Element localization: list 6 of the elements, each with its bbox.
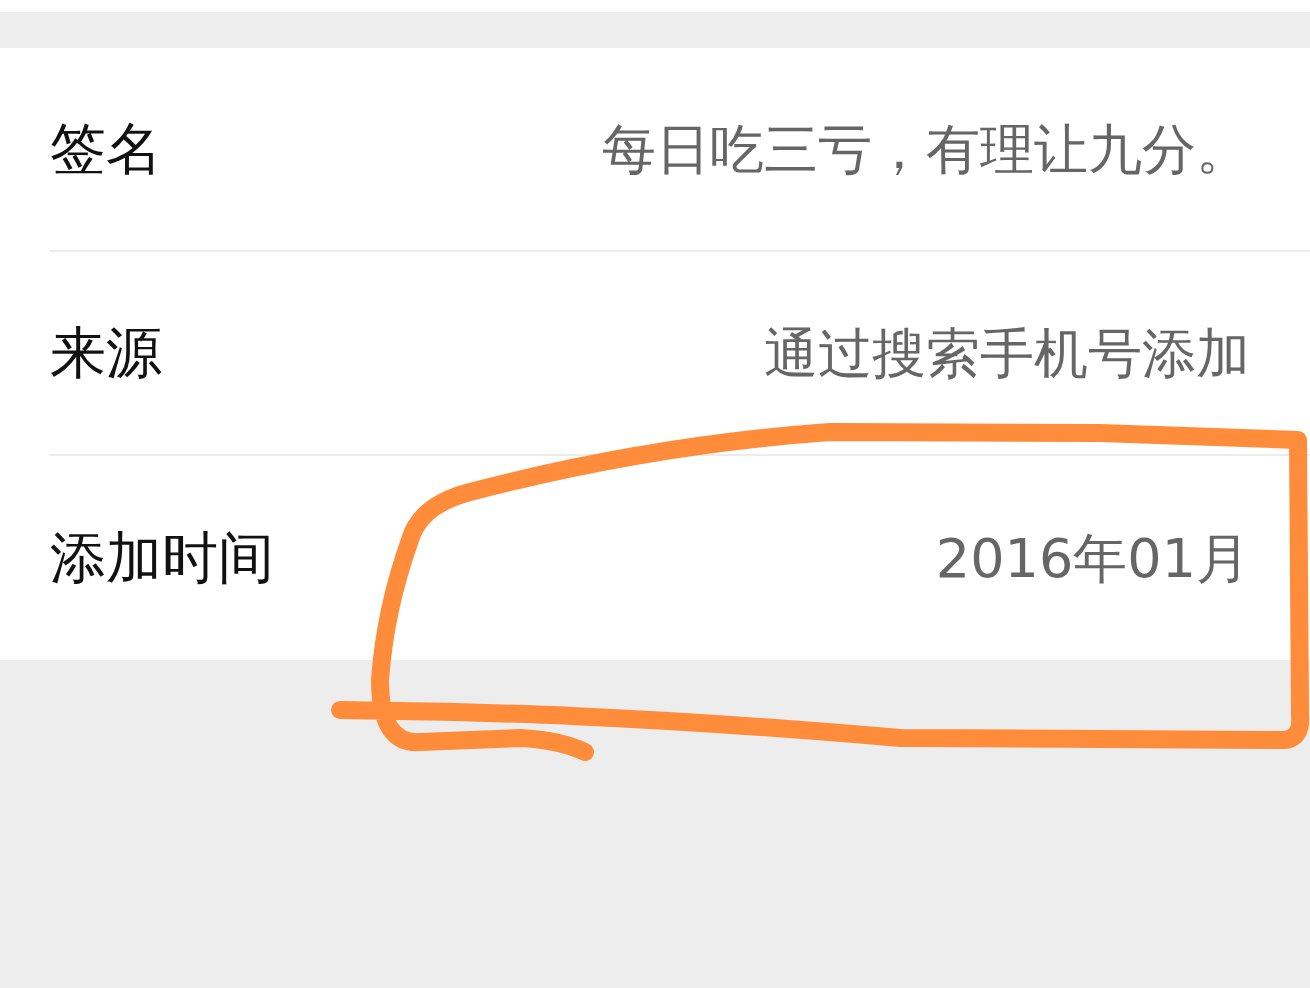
row-label: 签名 (50, 115, 162, 183)
row-value: 每日吃三亏，有理让九分。 (602, 116, 1250, 183)
row-label: 来源 (50, 319, 162, 387)
row-label: 添加时间 (50, 524, 274, 592)
row-value: 通过搜索手机号添加 (764, 320, 1250, 387)
row-value: 2016年01月 (935, 525, 1250, 592)
